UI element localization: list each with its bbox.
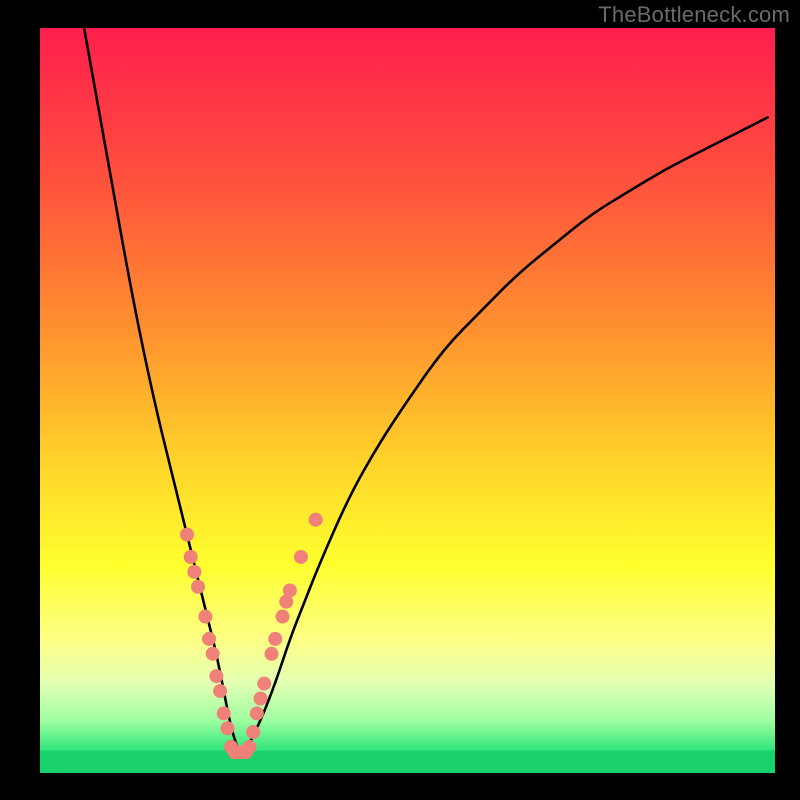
chart-stage: TheBottleneck.com <box>0 0 800 800</box>
sample-point <box>265 647 279 661</box>
sample-point <box>217 706 231 720</box>
sample-point <box>268 632 282 646</box>
watermark-text: TheBottleneck.com <box>598 2 790 28</box>
sample-point <box>191 580 205 594</box>
sample-point <box>283 583 297 597</box>
sample-point <box>202 632 216 646</box>
sample-point <box>254 692 268 706</box>
sample-point <box>242 740 256 754</box>
sample-point <box>198 610 212 624</box>
sample-point <box>257 677 271 691</box>
sample-point <box>276 610 290 624</box>
sample-point <box>180 528 194 542</box>
sample-point <box>213 684 227 698</box>
green-baseline <box>40 751 775 773</box>
bottleneck-chart <box>0 0 800 800</box>
sample-point <box>294 550 308 564</box>
sample-point <box>209 669 223 683</box>
sample-point <box>246 725 260 739</box>
sample-point <box>220 721 234 735</box>
sample-point <box>206 647 220 661</box>
sample-point <box>250 706 264 720</box>
sample-point <box>309 513 323 527</box>
sample-point <box>187 565 201 579</box>
sample-point <box>184 550 198 564</box>
